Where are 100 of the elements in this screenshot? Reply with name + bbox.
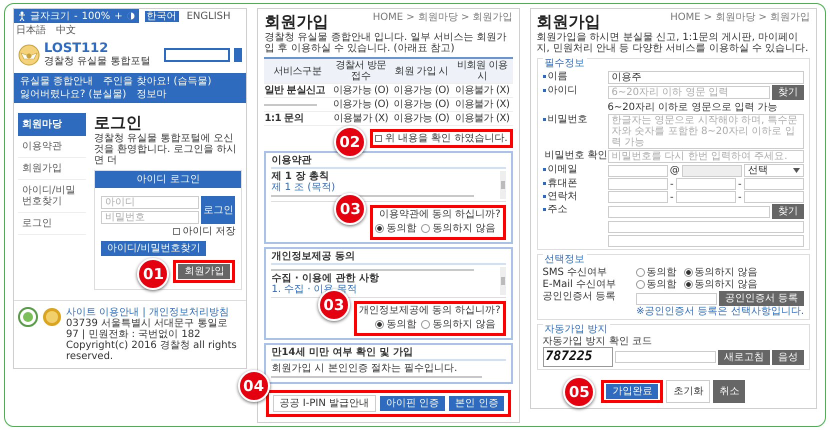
radio-option[interactable]: 동의함 <box>375 223 416 234</box>
domain-select[interactable]: 선택 <box>744 164 804 177</box>
award-seal-icon <box>42 307 62 327</box>
field-label: 공인인증서 등록 <box>542 291 617 302</box>
input-field[interactable] <box>676 191 736 203</box>
radio-option[interactable]: 동의함 <box>375 319 416 330</box>
input-field[interactable] <box>744 191 804 203</box>
language-link[interactable]: 中文 <box>54 25 78 36</box>
field-label: 이름 <box>542 71 605 82</box>
verify-button[interactable]: 아이핀 인증 <box>380 396 446 411</box>
column-header: 회원 가입 시 <box>391 59 452 84</box>
signup-button[interactable]: 회원가입 <box>178 264 230 279</box>
login-tab[interactable]: 아이디 로그인 <box>95 171 242 188</box>
certification-mark-icon <box>18 307 38 327</box>
column-header: 경찰서 방문 접수 <box>330 59 392 84</box>
save-id-checkbox[interactable]: 아이디 저장 <box>101 226 236 237</box>
contrast-icon <box>126 12 135 20</box>
find-account-button[interactable]: 아이디/비밀번호찾기 <box>101 241 206 256</box>
language-link[interactable]: 日本語 <box>14 25 48 36</box>
radio-circle[interactable] <box>636 280 645 289</box>
sidebar-item[interactable]: 이용약관 <box>18 136 86 158</box>
search-button[interactable]: 찾기 <box>772 85 804 100</box>
field-label: 비밀번호 확인 <box>542 150 605 161</box>
login-button[interactable]: 로그인 <box>201 196 236 224</box>
accessibility-icon <box>18 11 26 21</box>
language-link[interactable]: 한국어 <box>144 10 179 22</box>
step-badge: 05 <box>563 376 596 408</box>
input-field[interactable] <box>608 206 770 218</box>
input-field[interactable]: 이용주 <box>608 71 804 84</box>
radio-option[interactable]: 동의하지 않음 <box>421 319 496 330</box>
radio-circle[interactable] <box>684 280 693 289</box>
scrollbar[interactable] <box>500 171 506 199</box>
radio-option[interactable]: 동의함 <box>636 267 677 278</box>
radio-option[interactable]: 동의하지 않음 <box>684 279 758 290</box>
table-cell: 이용가능 (O) <box>391 84 452 98</box>
input-field[interactable] <box>608 191 668 203</box>
sidebar-item[interactable]: 회원가입 <box>18 158 86 180</box>
radio-circle[interactable] <box>421 320 430 329</box>
nav-link[interactable]: 주인을 찾아요! (습득물) <box>103 76 212 87</box>
input-field[interactable] <box>608 235 804 247</box>
input-field[interactable] <box>608 221 804 233</box>
sidebar-item[interactable]: 아이디/비밀번호찾기 <box>18 180 86 213</box>
table-cell: 1:1 문의 <box>264 112 330 126</box>
form-button[interactable]: 초기화 <box>666 380 710 403</box>
checkbox[interactable] <box>173 228 180 235</box>
submit-button[interactable]: 가입완료 <box>606 384 658 399</box>
column-header: 비회원 이용 시 <box>452 59 513 84</box>
section-legend: 선택정보 <box>542 254 587 265</box>
table-cell: 이용가능 (O) <box>391 98 452 112</box>
separator: - <box>670 178 674 190</box>
input-field[interactable] <box>614 351 716 363</box>
field-label: 연락처 <box>542 191 605 202</box>
footer-links[interactable]: 사이트 이용안내 | 개인정보처리방침 <box>66 307 242 318</box>
radio-option[interactable]: 동의하지 않음 <box>421 223 496 234</box>
captcha-button[interactable]: 새로고침 <box>718 350 770 364</box>
checkbox-label[interactable]: 위 내용을 확인 하였습니다. <box>384 133 508 144</box>
radio-option[interactable]: 동의함 <box>636 279 677 290</box>
certificate-button[interactable]: 공인인증서 등록 <box>718 291 804 306</box>
radio-circle[interactable] <box>684 268 693 277</box>
section-link[interactable]: 제 1 조 (목적) <box>271 182 497 193</box>
radio-circle[interactable] <box>421 224 430 233</box>
search-field[interactable] <box>164 48 230 62</box>
scrollbar[interactable] <box>500 267 506 295</box>
sidebar-item[interactable]: 로그인 <box>18 213 86 235</box>
input-field[interactable] <box>608 178 668 190</box>
radio-circle[interactable] <box>375 224 384 233</box>
input-field[interactable] <box>682 164 742 176</box>
nav-link[interactable]: 유실물 종합안내 <box>20 76 94 87</box>
section-title: 이용약관 <box>271 155 506 169</box>
language-link[interactable]: ENGLISH <box>184 10 233 22</box>
captcha-button[interactable]: 음성 <box>772 350 804 364</box>
caret-icon <box>793 168 800 173</box>
info-button[interactable]: 공공 I-PIN 발급안내 <box>272 395 376 412</box>
search-button[interactable]: 찾기 <box>772 204 804 219</box>
nav-link[interactable]: 잃어버렸나요? (분실물) <box>20 89 126 100</box>
footer-text: 03739 서울특별시 서대문구 통일로 97 | 민원전화 : 국번없이 182 <box>66 318 228 340</box>
input-field[interactable] <box>676 178 736 190</box>
input-field[interactable] <box>636 292 717 304</box>
section-legend: 필수정보 <box>542 58 587 69</box>
form-button[interactable]: 취소 <box>713 380 746 403</box>
section-title: 만14세 미만 여부 확인 및 가입 <box>271 347 506 361</box>
field-label: 주소 <box>542 204 605 215</box>
field-label: 이메일 <box>542 164 605 175</box>
search-button[interactable] <box>234 48 242 62</box>
nav-link[interactable]: 정보마 <box>136 89 166 100</box>
radio-circle[interactable] <box>375 320 384 329</box>
sidebar-title: 회원마당 <box>18 113 86 136</box>
field-label: SMS 수신여부 <box>542 267 608 278</box>
radio-circle[interactable] <box>636 268 645 277</box>
separator: - <box>738 178 742 190</box>
table-cell: 이용가능 (O) <box>391 112 452 126</box>
input-field[interactable] <box>608 164 668 176</box>
step-badge: 04 <box>238 370 270 402</box>
zoom-out-button[interactable]: - <box>74 10 78 22</box>
checkbox[interactable] <box>374 135 382 142</box>
field-label: 자동가입 방지 확인 코드 <box>542 336 654 347</box>
verify-button[interactable]: 본인 인증 <box>449 396 504 411</box>
radio-option[interactable]: 동의하지 않음 <box>684 267 758 278</box>
zoom-in-button[interactable]: + <box>114 10 123 22</box>
input-field[interactable] <box>744 178 804 190</box>
